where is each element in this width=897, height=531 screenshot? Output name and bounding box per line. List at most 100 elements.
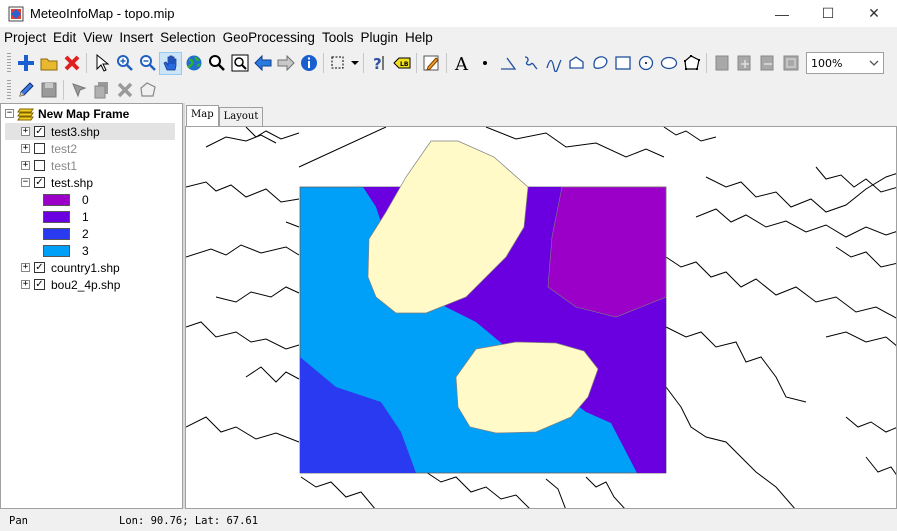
question-icon: ? <box>373 55 383 72</box>
layer-row-test2[interactable]: + test2 <box>5 140 77 157</box>
layers-panel: − New Map Frame + ✓ test3.shp + test2 + … <box>0 103 183 509</box>
menu-insert[interactable]: Insert <box>115 30 156 45</box>
label-button[interactable]: LB <box>390 52 413 75</box>
text-tool-button[interactable]: A <box>450 52 473 75</box>
tree-root-row[interactable]: − New Map Frame <box>5 105 129 122</box>
page-zoom-out-button[interactable] <box>756 52 779 75</box>
legend-item: 3 <box>43 242 89 259</box>
toolbar-separator <box>446 53 447 73</box>
back-button[interactable] <box>251 52 274 75</box>
minimize-button[interactable]: — <box>759 0 805 27</box>
legend-label: 2 <box>82 226 89 241</box>
select-tool-button[interactable] <box>90 52 113 75</box>
collapse-toggle[interactable]: − <box>5 109 14 118</box>
menu-help[interactable]: Help <box>401 30 436 45</box>
toolbar-grip[interactable] <box>7 80 11 100</box>
remove-layer-button[interactable] <box>60 52 83 75</box>
info-button[interactable] <box>297 52 320 75</box>
open-button[interactable] <box>37 52 60 75</box>
rectangle-tool-button[interactable] <box>611 52 634 75</box>
layer-visibility-checkbox[interactable]: ✓ <box>34 126 45 137</box>
circle-tool-button[interactable] <box>634 52 657 75</box>
menu-edit[interactable]: Edit <box>49 30 79 45</box>
edit-icon <box>423 55 439 71</box>
tab-map[interactable]: Map <box>186 105 219 128</box>
expand-toggle[interactable]: + <box>21 263 30 272</box>
tab-layout[interactable]: Layout <box>218 107 264 127</box>
add-layer-button[interactable] <box>14 52 37 75</box>
freehand-polygon-button[interactable] <box>588 52 611 75</box>
svg-text:A: A <box>454 54 469 72</box>
expand-toggle[interactable]: + <box>21 144 30 153</box>
layer-visibility-checkbox[interactable]: ✓ <box>34 177 45 188</box>
zoom-out-button[interactable] <box>136 52 159 75</box>
page-fit-icon <box>783 55 798 71</box>
menu-geoprocessing[interactable]: GeoProcessing <box>219 30 318 45</box>
layer-visibility-checkbox[interactable]: ✓ <box>34 279 45 290</box>
collapse-toggle[interactable]: − <box>21 178 30 187</box>
marquee-select-icon <box>331 56 343 69</box>
edit-properties-button[interactable] <box>420 52 443 75</box>
polyline-tool-button[interactable] <box>496 52 519 75</box>
select-dropdown-button[interactable] <box>350 52 360 75</box>
zoom-level-value: 100% <box>811 56 843 70</box>
main-toolbar: ? LB A 100% <box>0 49 897 77</box>
vertex-edit-icon <box>139 82 156 97</box>
layer-row-bou2[interactable]: + ✓ bou2_4p.shp <box>5 276 120 293</box>
save-edits-button[interactable] <box>37 79 60 102</box>
layer-row-test3[interactable]: + ✓ test3.shp <box>5 123 175 140</box>
layer-visibility-checkbox[interactable]: ✓ <box>34 262 45 273</box>
layer-row-test1[interactable]: + test1 <box>5 157 77 174</box>
delete-feature-button[interactable] <box>113 79 136 102</box>
identify-zoom-button[interactable] <box>205 52 228 75</box>
point-tool-button[interactable] <box>473 52 496 75</box>
select-features-button[interactable] <box>327 52 350 75</box>
toolbar-separator <box>363 53 364 73</box>
layer-row-country1[interactable]: + ✓ country1.shp <box>5 259 120 276</box>
toolbar-separator <box>63 80 64 100</box>
contour-area-0[interactable] <box>547 186 667 318</box>
folder-icon <box>40 58 57 71</box>
menu-view[interactable]: View <box>79 30 115 45</box>
forward-button[interactable] <box>274 52 297 75</box>
map-frame-label: New Map Frame <box>38 106 130 121</box>
layer-visibility-checkbox[interactable] <box>34 160 45 171</box>
layer-visibility-checkbox[interactable] <box>34 143 45 154</box>
new-layout-page-button[interactable] <box>710 52 733 75</box>
zoom-level-select[interactable]: 100% <box>806 52 884 74</box>
menu-selection[interactable]: Selection <box>156 30 219 45</box>
globe-icon <box>186 55 201 71</box>
menu-tools[interactable]: Tools <box>318 30 357 45</box>
pan-tool-button[interactable] <box>159 51 182 75</box>
help-button[interactable]: ? <box>367 52 390 75</box>
start-edit-button[interactable] <box>14 79 37 102</box>
copy-feature-button[interactable] <box>90 79 113 102</box>
menu-plugin[interactable]: Plugin <box>356 30 401 45</box>
toolbar-grip[interactable] <box>7 53 11 73</box>
expand-toggle[interactable]: + <box>21 161 30 170</box>
expand-toggle[interactable]: + <box>21 127 30 136</box>
map-svg[interactable] <box>186 127 897 509</box>
save-icon <box>41 82 56 98</box>
page-zoom-in-icon <box>737 55 750 71</box>
ellipse-tool-button[interactable] <box>657 52 680 75</box>
full-extent-button[interactable] <box>182 52 205 75</box>
polygon-tool-button[interactable] <box>565 52 588 75</box>
menu-project[interactable]: Project <box>0 30 49 45</box>
zoom-in-button[interactable] <box>113 52 136 75</box>
vertex-edit-icon <box>683 55 700 70</box>
vertex-edit-button[interactable] <box>680 52 703 75</box>
maximize-button[interactable]: ☐ <box>805 0 851 27</box>
page-zoom-in-button[interactable] <box>733 52 756 75</box>
page-fit-button[interactable] <box>779 52 802 75</box>
expand-toggle[interactable]: + <box>21 280 30 289</box>
curve-tool-button[interactable] <box>542 52 565 75</box>
zoom-layer-button[interactable] <box>228 52 251 75</box>
close-button[interactable]: ✕ <box>851 0 897 27</box>
edit-vertices-button[interactable] <box>136 79 159 102</box>
menu-bar: Project Edit View Insert Selection GeoPr… <box>0 27 897 48</box>
layer-row-test[interactable]: − ✓ test.shp <box>5 174 93 191</box>
freehand-tool-button[interactable] <box>519 52 542 75</box>
map-canvas[interactable] <box>185 126 897 509</box>
select-feature-button[interactable] <box>67 79 90 102</box>
